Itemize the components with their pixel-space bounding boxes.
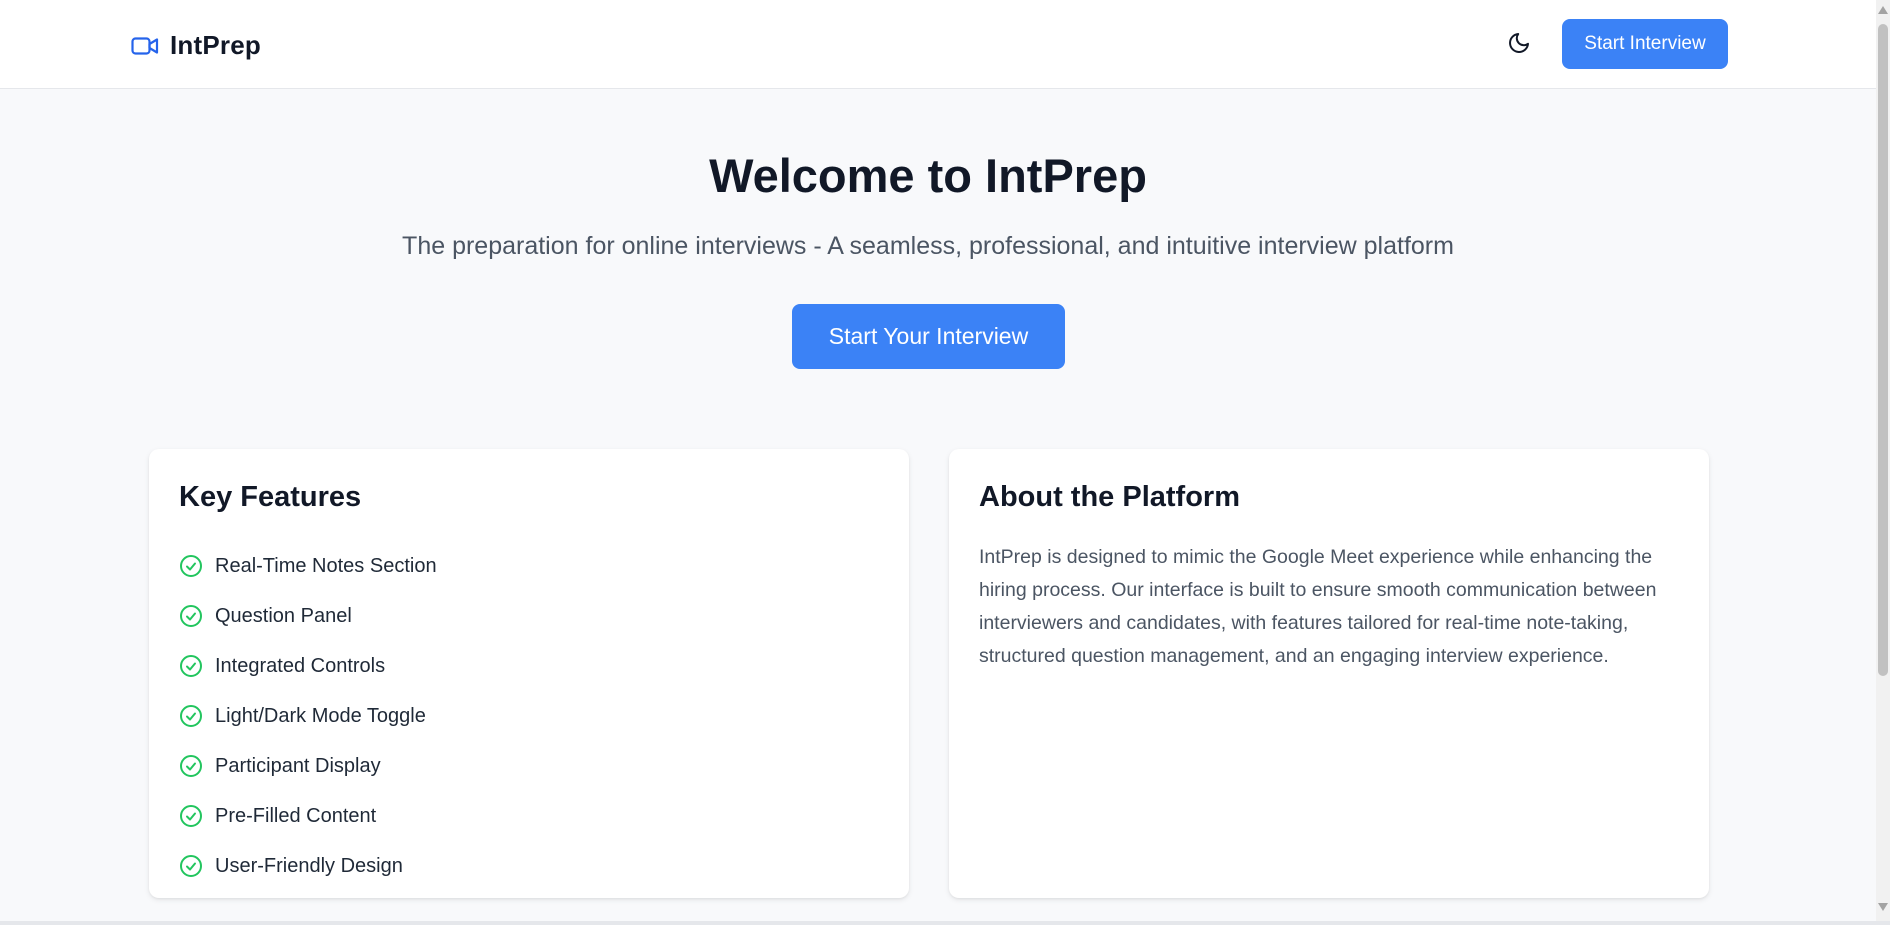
scrollbar-thumb[interactable]: [1878, 24, 1888, 676]
vertical-scrollbar[interactable]: [1876, 0, 1890, 921]
hero-title: Welcome to IntPrep: [709, 149, 1147, 202]
check-circle-icon: [179, 704, 203, 728]
list-item: Light/Dark Mode Toggle: [179, 691, 437, 741]
about-platform-card: About the Platform IntPrep is designed t…: [949, 449, 1709, 898]
start-interview-button[interactable]: Start Interview: [1562, 19, 1728, 69]
scroll-up-arrow-icon[interactable]: [1878, 6, 1888, 14]
key-features-title: Key Features: [179, 481, 362, 513]
feature-label: User-Friendly Design: [215, 854, 403, 877]
start-your-interview-button[interactable]: Start Your Interview: [792, 304, 1065, 369]
horizontal-scrollbar[interactable]: [0, 921, 1890, 925]
page: IntPrep Start Interview Welcome to IntPr…: [0, 0, 1876, 921]
video-camera-icon: [130, 31, 160, 61]
check-circle-icon: [179, 804, 203, 828]
brand-logo[interactable]: IntPrep: [130, 30, 261, 61]
feature-label: Pre-Filled Content: [215, 804, 377, 827]
feature-label: Integrated Controls: [215, 654, 386, 677]
scroll-down-arrow-icon[interactable]: [1878, 903, 1888, 911]
feature-label: Question Panel: [215, 604, 352, 627]
top-navbar: IntPrep Start Interview: [0, 0, 1876, 89]
moon-icon: [1507, 31, 1531, 60]
feature-label: Real-Time Notes Section: [215, 554, 437, 577]
list-item: Integrated Controls: [179, 641, 437, 691]
theme-toggle-button[interactable]: [1502, 28, 1536, 62]
hero-subtitle: The preparation for online interviews - …: [402, 232, 1454, 260]
check-circle-icon: [179, 604, 203, 628]
list-item: Question Panel: [179, 591, 437, 641]
list-item: Pre-Filled Content: [179, 791, 437, 841]
about-title: About the Platform: [979, 481, 1240, 513]
key-features-card: Key Features Real-Time Notes Section Que…: [149, 449, 909, 898]
check-circle-icon: [179, 754, 203, 778]
list-item: User-Friendly Design: [179, 841, 437, 891]
check-circle-icon: [179, 554, 203, 578]
brand-name: IntPrep: [170, 30, 261, 60]
feature-list: Real-Time Notes Section Question Panel I…: [179, 541, 437, 891]
feature-label: Participant Display: [215, 754, 381, 777]
list-item: Participant Display: [179, 741, 437, 791]
check-circle-icon: [179, 654, 203, 678]
feature-label: Light/Dark Mode Toggle: [215, 704, 426, 727]
check-circle-icon: [179, 854, 203, 878]
list-item: Real-Time Notes Section: [179, 541, 437, 591]
about-description: IntPrep is designed to mimic the Google …: [979, 546, 1657, 667]
